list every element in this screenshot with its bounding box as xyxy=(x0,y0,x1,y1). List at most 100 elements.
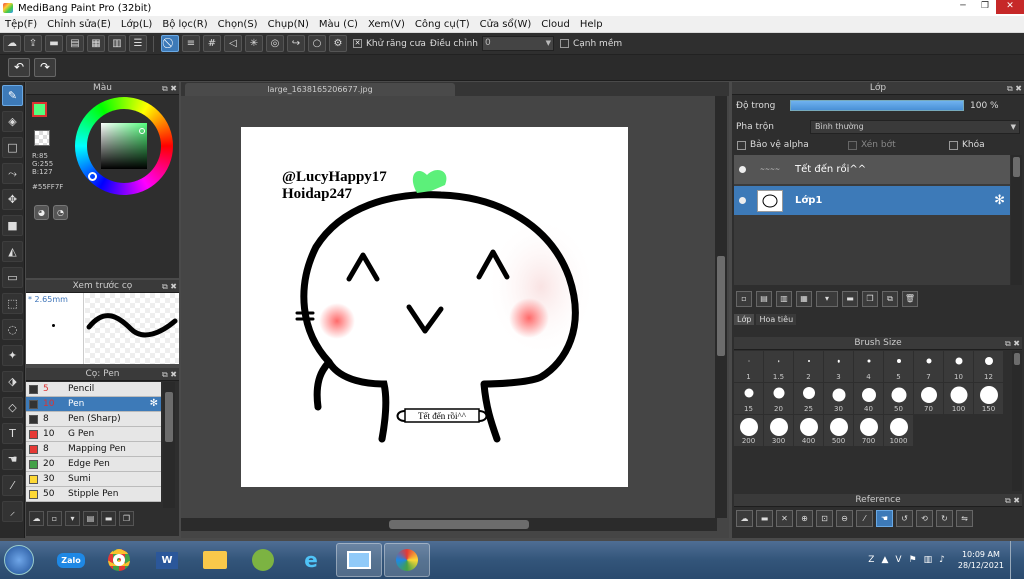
list-icon[interactable]: ☰ xyxy=(129,35,147,52)
select-eraser-icon[interactable]: ◇ xyxy=(2,397,23,418)
brush-item-pen-sharp[interactable]: 8 Pen (Sharp) xyxy=(26,412,161,427)
layer-list-scrollbar[interactable] xyxy=(1011,155,1022,285)
taskbar-medibang[interactable] xyxy=(384,543,430,577)
select-rect-icon[interactable]: ⬚ xyxy=(2,293,23,314)
brush-size-cell[interactable]: 400 xyxy=(794,415,823,446)
show-desktop-button[interactable] xyxy=(1010,541,1020,579)
brush-size-cell[interactable]: 5 xyxy=(884,351,913,382)
antialias-checkbox[interactable]: ✕ xyxy=(353,39,362,48)
chat-icon[interactable]: ▬ xyxy=(45,35,63,52)
document-icon[interactable]: ▤ xyxy=(66,35,84,52)
brush-list-scrollbar[interactable] xyxy=(163,382,175,508)
curve-snap-icon[interactable]: ↪ xyxy=(287,35,305,52)
layer-item[interactable]: Lớp1 ✻ xyxy=(734,186,1010,215)
saturation-value-square[interactable] xyxy=(101,123,147,169)
network-icon[interactable]: ▥ xyxy=(924,555,933,565)
concentric-snap-icon[interactable]: ◎ xyxy=(266,35,284,52)
perspective-snap-icon[interactable]: ◁ xyxy=(224,35,242,52)
cloud-icon[interactable]: ☁ xyxy=(3,35,21,52)
taskbar-zalo[interactable]: Zalo xyxy=(48,543,94,577)
save-icon[interactable]: ▦ xyxy=(87,35,105,52)
parallel-snap-icon[interactable]: ≡ xyxy=(182,35,200,52)
duplicate-layer-icon[interactable]: ❐ xyxy=(862,291,878,307)
opacity-slider[interactable] xyxy=(790,100,964,111)
ref-rotate-icon[interactable]: ⟲ xyxy=(916,510,933,527)
fill-rect-tool-icon[interactable]: ■ xyxy=(2,215,23,236)
brush-size-cell[interactable]: 1.5 xyxy=(764,351,793,382)
soft-edge-checkbox[interactable] xyxy=(559,39,569,48)
brush-size-cell[interactable]: 30 xyxy=(824,383,853,414)
new-halftone-layer-icon[interactable]: ▤ xyxy=(756,291,772,307)
ref-folder-icon[interactable]: ▬ xyxy=(756,510,773,527)
brush-add-icon[interactable]: ☁ xyxy=(29,511,44,526)
grid-icon[interactable]: ▥ xyxy=(108,35,126,52)
new-8bit-layer-icon[interactable]: ▥ xyxy=(776,291,792,307)
brush-size-cell[interactable]: 10 xyxy=(944,351,973,382)
flag-icon[interactable]: ⚑ xyxy=(909,555,917,565)
brush-size-cell[interactable]: 150 xyxy=(974,383,1003,414)
delete-layer-icon[interactable]: 🗑 xyxy=(902,291,918,307)
snap-settings-icon[interactable]: ⚙ xyxy=(329,35,347,52)
background-color-swatch[interactable] xyxy=(34,130,50,146)
magic-wand-icon[interactable]: ✦ xyxy=(2,345,23,366)
taskbar-coccoc[interactable] xyxy=(240,543,286,577)
bucket-tool-icon[interactable]: ◭ xyxy=(2,241,23,262)
brush-size-cell[interactable]: 1000 xyxy=(884,415,913,446)
layer-folder-icon[interactable]: ▬ xyxy=(842,291,858,307)
zalo-tray-icon[interactable]: Z xyxy=(868,555,874,565)
eraser-tool-icon[interactable]: ◈ xyxy=(2,111,23,132)
brush-size-cell[interactable]: 700 xyxy=(854,415,883,446)
hand-tool-icon[interactable]: ☚ xyxy=(2,449,23,470)
brush-size-cell[interactable]: 25 xyxy=(794,383,823,414)
taskbar-explorer[interactable] xyxy=(192,543,238,577)
brush-size-cell[interactable]: 7 xyxy=(914,351,943,382)
ref-eyedropper-icon[interactable]: ⁄ xyxy=(856,510,873,527)
menu-edit[interactable]: Chỉnh sửa(E) xyxy=(42,19,116,30)
menu-capture[interactable]: Chụp(N) xyxy=(263,19,314,30)
menu-window[interactable]: Cửa sổ(W) xyxy=(475,19,537,30)
ref-zoom-in-icon[interactable]: ⊕ xyxy=(796,510,813,527)
brush-size-cell[interactable]: 500 xyxy=(824,415,853,446)
ref-hand-icon[interactable]: ☚ xyxy=(876,510,893,527)
brush-size-cell[interactable]: 50 xyxy=(884,383,913,414)
clip-checkbox[interactable] xyxy=(848,140,857,150)
canvas-vertical-scrollbar[interactable] xyxy=(715,96,727,518)
radial-snap-icon[interactable]: ✳ xyxy=(245,35,263,52)
brush-size-cell[interactable]: 3 xyxy=(824,351,853,382)
palette-add-icon[interactable]: ◔ xyxy=(53,205,68,220)
rect-tool-icon[interactable]: □ xyxy=(2,137,23,158)
menu-select[interactable]: Chọn(S) xyxy=(213,19,263,30)
text-tool-icon[interactable]: T xyxy=(2,423,23,444)
add-layer-menu-icon[interactable]: ▾ xyxy=(816,291,838,307)
brush-size-cell[interactable]: 40 xyxy=(854,383,883,414)
brush-item-pencil[interactable]: 5 Pencil xyxy=(26,382,161,397)
grid-snap-icon[interactable]: # xyxy=(203,35,221,52)
protect-alpha-checkbox[interactable] xyxy=(737,140,746,150)
menu-layer[interactable]: Lớp(L) xyxy=(116,19,157,30)
taskbar-edge[interactable]: e xyxy=(288,543,334,577)
eyedropper-icon[interactable]: ⁄ xyxy=(2,475,23,496)
show-hidden-icon[interactable]: ▲ xyxy=(881,555,888,565)
brush-settings-icon[interactable]: ✻ xyxy=(150,398,158,409)
color-wheel[interactable] xyxy=(75,97,173,195)
close-button[interactable]: ✕ xyxy=(996,0,1024,14)
redo-icon[interactable]: ↷ xyxy=(34,58,56,77)
volume-icon[interactable]: ♪ xyxy=(939,555,945,565)
gradient-tool-icon[interactable]: ▭ xyxy=(2,267,23,288)
hue-cursor[interactable] xyxy=(88,172,97,181)
brush-size-cell[interactable]: 200 xyxy=(734,415,763,446)
menu-view[interactable]: Xem(V) xyxy=(363,19,410,30)
lasso-icon[interactable]: ◌ xyxy=(2,319,23,340)
tab-layer[interactable]: Lớp xyxy=(734,314,755,325)
menu-cloud[interactable]: Cloud xyxy=(536,19,575,30)
ref-fit-icon[interactable]: ⊡ xyxy=(816,510,833,527)
menu-file[interactable]: Tệp(F) xyxy=(0,19,42,30)
lock-checkbox[interactable] xyxy=(949,140,958,150)
dot-tool-icon[interactable]: ⤳ xyxy=(2,163,23,184)
document-tab[interactable]: large_1638165206677.jpg xyxy=(185,83,455,96)
brush-item-pen[interactable]: 10 Pen ✻ xyxy=(26,397,161,412)
tab-pattern[interactable]: Hoa tiêu xyxy=(756,314,797,325)
menu-tools[interactable]: Công cụ(T) xyxy=(410,19,475,30)
clock[interactable]: 10:09 AM 28/12/2021 xyxy=(958,549,1004,571)
brush-size-cell[interactable]: 1 xyxy=(734,351,763,382)
